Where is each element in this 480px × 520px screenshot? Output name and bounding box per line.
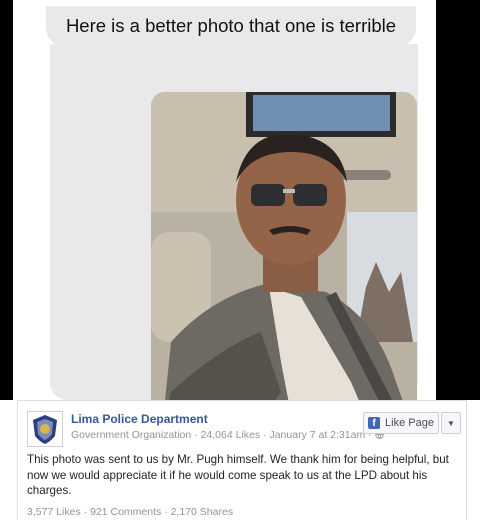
message-thread: Here is a better photo that one is terri…: [13, 0, 436, 440]
like-page-button[interactable]: f Like Page: [363, 412, 439, 434]
left-black-border: [0, 0, 13, 400]
post-meta: Government Organization · 24,064 Likes ·…: [71, 429, 384, 441]
post-stats: 3,577 Likes · 921 Comments · 2,170 Share…: [27, 506, 233, 518]
shares-link[interactable]: 2,170 Shares: [171, 506, 233, 518]
selfie-illustration: [151, 92, 417, 440]
police-badge-avatar[interactable]: [27, 411, 63, 447]
message-screenshot: Here is a better photo that one is terri…: [0, 0, 480, 440]
dropdown-arrow-icon: ▼: [447, 418, 455, 428]
facebook-logo-icon: f: [368, 417, 381, 429]
message-bubble: Here is a better photo that one is terri…: [46, 6, 416, 46]
facebook-post: Lima Police Department Government Organi…: [17, 400, 467, 520]
page-likes: 24,064 Likes: [200, 429, 261, 441]
right-black-border: [436, 0, 480, 400]
post-body-text: This photo was sent to us by Mr. Pugh hi…: [27, 453, 449, 497]
message-text: Here is a better photo that one is terri…: [65, 15, 397, 36]
post-date-link[interactable]: January 7 at 2:31am: [269, 429, 365, 441]
police-badge-icon: [28, 412, 62, 446]
post-options-dropdown[interactable]: ▼: [441, 412, 461, 434]
comments-link[interactable]: 921 Comments: [90, 506, 161, 518]
like-page-label: Like Page: [385, 417, 434, 429]
page-name-link[interactable]: Lima Police Department: [71, 412, 208, 426]
page-category: Government Organization: [71, 429, 192, 441]
reaction-likes-link[interactable]: 3,577 Likes: [27, 506, 81, 518]
photo-bubble: [50, 44, 418, 440]
selfie-photo[interactable]: [151, 92, 417, 440]
